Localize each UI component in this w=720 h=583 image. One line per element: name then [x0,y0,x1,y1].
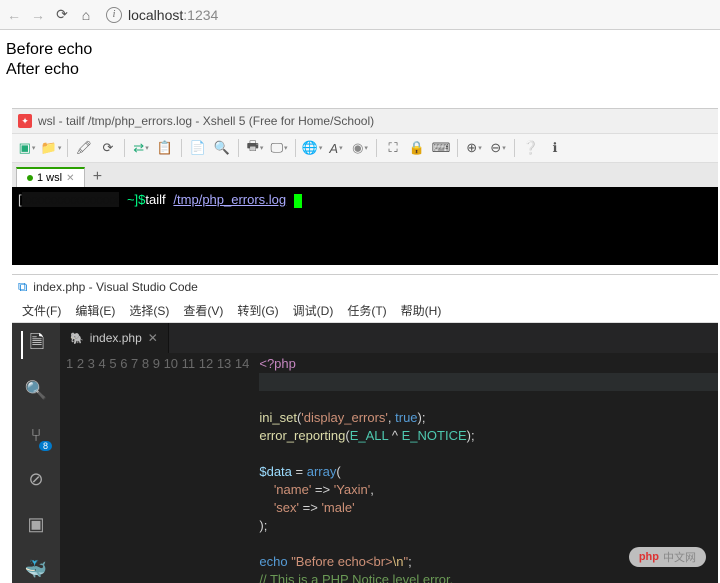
watermark: php 中文网 [629,547,706,567]
menu-help[interactable]: 帮助(H) [395,300,448,321]
address-bar[interactable]: i localhost:1234 [106,7,218,23]
editor-area: 🐘 index.php ✕ 1 2 3 4 5 6 7 8 9 10 11 12… [60,323,718,583]
about-button[interactable]: ℹ [544,137,566,159]
watermark-brand: php [639,551,659,563]
vscode-logo-icon: ⧉ [18,279,27,295]
menu-view[interactable]: 查看(V) [177,300,229,321]
vscode-window: ⧉ index.php - Visual Studio Code 文件(F) 编… [12,274,718,583]
xshell-logo-icon: ✦ [18,114,32,128]
import-button[interactable]: ⊕▾ [463,137,485,159]
print-button[interactable]: 🖶▾ [244,137,266,159]
xshell-toolbar: ▣▾ 📁▾ 🖍 ⟳ ⇄▾ 📋 📄 🔍 🖶▾ 🖵▾ 🌐▾ A▾ ◉▾ ⛶ 🔒 ⌨ … [12,133,718,163]
search-icon[interactable]: 🔍 [22,377,50,404]
vscode-title-text: index.php - Visual Studio Code [33,280,198,294]
toolbar-separator [124,139,125,157]
url-host: localhost [128,7,183,23]
keyboard-button[interactable]: ⌨ [430,137,452,159]
menu-select[interactable]: 选择(S) [123,300,175,321]
explorer-icon[interactable]: 🗎 [21,331,49,359]
extensions-icon[interactable]: ▣ [22,511,50,538]
export-button[interactable]: ⊖▾ [487,137,509,159]
open-button[interactable]: 📁▾ [40,137,62,159]
tab-close-icon[interactable]: ✕ [66,173,74,184]
docker-icon[interactable]: 🐳 [22,556,50,583]
transfer-button[interactable]: ⇄▾ [130,137,152,159]
forward-button[interactable]: → [30,7,46,23]
menu-go[interactable]: 转到(G) [231,300,284,321]
close-icon[interactable]: ✕ [148,331,158,345]
editor-tab-label: index.php [90,331,142,345]
toolbar-separator [514,139,515,157]
term-cmd: tailf [145,192,165,207]
term-prompt: ~]$ [127,192,145,207]
browser-toolbar: ← → ⟳ ⌂ i localhost:1234 [0,0,720,30]
properties-button[interactable]: 📋 [154,137,176,159]
reload-button[interactable]: ⟳ [54,7,70,23]
xshell-tab-label: 1 wsl [37,172,62,184]
connected-indicator-icon [27,175,33,181]
terminal-view[interactable]: [xxxxxxxxxxxxxxx ~]$tailf /tmp/php_error… [12,187,718,265]
reconnect-button[interactable]: ⟳ [97,137,119,159]
toolbar-separator [376,139,377,157]
new-session-button[interactable]: ▣▾ [16,137,38,159]
info-icon[interactable]: i [106,7,122,23]
home-button[interactable]: ⌂ [78,7,94,23]
editor-tabbar: 🐘 index.php ✕ [60,323,718,353]
vscode-body: 🗎 🔍 ⑂8 ⊘ ▣ 🐳 🐘 index.php ✕ 1 2 3 4 5 6 7… [12,323,718,583]
toolbar-separator [238,139,239,157]
activity-bar: 🗎 🔍 ⑂8 ⊘ ▣ 🐳 [12,323,60,583]
menu-file[interactable]: 文件(F) [16,300,67,321]
watermark-text: 中文网 [663,549,696,565]
fullscreen-button[interactable]: ⛶ [382,137,404,159]
php-file-icon: 🐘 [70,332,84,345]
toolbar-separator [181,139,182,157]
help-button[interactable]: ❔ [520,137,542,159]
terminal-cursor [294,194,302,208]
editor-tab-active[interactable]: 🐘 index.php ✕ [60,323,169,353]
code-editor[interactable]: 1 2 3 4 5 6 7 8 9 10 11 12 13 14 <?php i… [60,353,718,583]
xshell-title-text: wsl - tailf /tmp/php_errors.log - Xshell… [38,114,374,128]
term-path: /tmp/php_errors.log [173,192,286,207]
menu-edit[interactable]: 编辑(E) [69,300,121,321]
toolbar-separator [295,139,296,157]
xshell-window: ✦ wsl - tailf /tmp/php_errors.log - Xshe… [12,108,718,265]
page-content: Before echo After echo [0,30,720,90]
back-button[interactable]: ← [6,7,22,23]
vscode-menubar: 文件(F) 编辑(E) 选择(S) 查看(V) 转到(G) 调试(D) 任务(T… [12,299,718,323]
scm-icon[interactable]: ⑂8 [22,422,50,449]
xshell-tab-active[interactable]: 1 wsl ✕ [16,167,85,187]
vscode-titlebar: ⧉ index.php - Visual Studio Code [12,275,718,299]
menu-tasks[interactable]: 任务(T) [341,300,392,321]
lock-button[interactable]: 🔒 [406,137,428,159]
font-button[interactable]: A▾ [325,137,347,159]
url-text: localhost:1234 [128,7,218,23]
page-line: After echo [6,60,714,80]
copy-button[interactable]: 📄 [187,137,209,159]
toolbar-separator [67,139,68,157]
menu-debug[interactable]: 调试(D) [287,300,340,321]
highlight-button[interactable]: 🖍 [73,137,95,159]
toolbar-separator [457,139,458,157]
xshell-tabbar: 1 wsl ✕ + [12,163,718,187]
debug-icon[interactable]: ⊘ [22,467,50,494]
line-gutter: 1 2 3 4 5 6 7 8 9 10 11 12 13 14 [60,353,259,583]
find-button[interactable]: 🔍 [211,137,233,159]
scm-badge: 8 [39,441,52,451]
xshell-add-tab-button[interactable]: + [87,167,107,187]
url-port: :1234 [183,7,218,23]
page-line: Before echo [6,40,714,60]
xshell-titlebar: ✦ wsl - tailf /tmp/php_errors.log - Xshe… [12,109,718,133]
color-button[interactable]: ◉▾ [349,137,371,159]
language-button[interactable]: 🌐▾ [301,137,323,159]
screen-button[interactable]: 🖵▾ [268,137,290,159]
